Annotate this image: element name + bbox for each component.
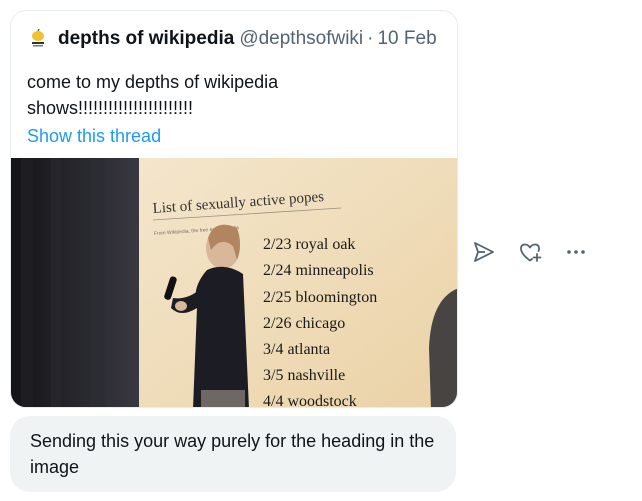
tour-date: 3/5 nashville: [263, 367, 345, 384]
tweet-text: come to my depths of wikipedia shows!!!!…: [27, 72, 279, 118]
tour-date: 3/4 atlanta: [263, 341, 330, 358]
tweet-photo[interactable]: List of sexually active popes From Wikip…: [11, 158, 457, 408]
tour-date: 2/24 minneapolis: [263, 262, 374, 279]
message-actions: [470, 238, 608, 266]
message-bubble[interactable]: Sending this your way purely for the hea…: [10, 416, 456, 492]
message-text: Sending this your way purely for the hea…: [30, 431, 435, 477]
author-handle[interactable]: @depthsofwiki: [239, 28, 363, 50]
send-icon[interactable]: [470, 238, 498, 266]
tour-date: 2/25 bloomington: [263, 289, 377, 306]
tweet-date[interactable]: 10 Feb: [377, 28, 436, 50]
tour-date: 2/26 chicago: [263, 315, 345, 332]
lemon-avatar-icon[interactable]: [27, 28, 49, 50]
more-icon[interactable]: [562, 238, 590, 266]
author-name[interactable]: depths of wikipedia: [58, 28, 234, 50]
header-separator: ·: [367, 28, 374, 49]
quoted-tweet-card[interactable]: depths of wikipedia @depthsofwiki · 10 F…: [10, 10, 458, 408]
tweet-header: depths of wikipedia @depthsofwiki · 10 F…: [27, 28, 437, 50]
tour-date: 2/23 royal oak: [263, 236, 355, 253]
show-thread-link[interactable]: Show this thread: [27, 124, 161, 148]
tour-date: 4/4 woodstock: [263, 393, 357, 408]
heart-add-icon[interactable]: [516, 238, 544, 266]
